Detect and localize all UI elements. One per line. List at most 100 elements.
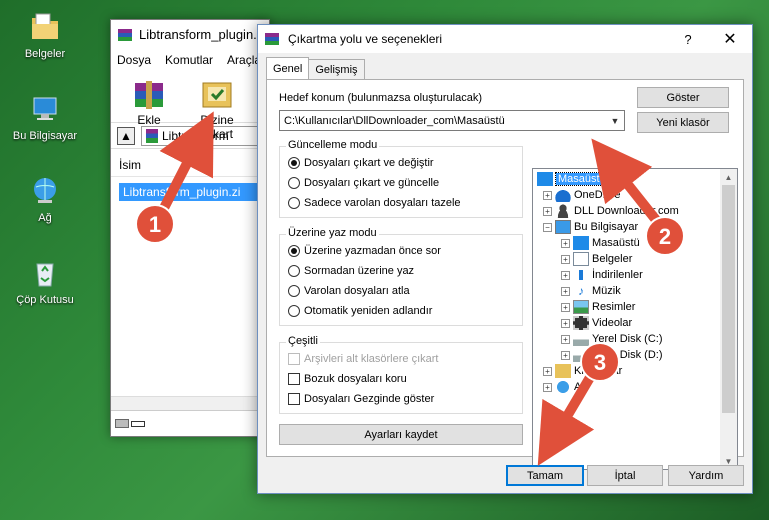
expand-icon[interactable]: + — [561, 350, 570, 360]
up-arrow-icon: ▲ — [120, 128, 132, 143]
expand-icon[interactable]: + — [561, 318, 570, 328]
extract-folder-icon — [202, 82, 232, 108]
update-option-extract-update[interactable]: Dosyaları çıkart ve güncelle — [288, 175, 439, 191]
tree-item-documents[interactable]: + Belgeler — [561, 251, 632, 267]
close-button[interactable]: ✕ — [708, 29, 752, 49]
network-icon — [555, 380, 571, 394]
expand-icon[interactable]: + — [561, 302, 570, 312]
expand-icon[interactable]: + — [561, 286, 570, 296]
desktop-icon — [573, 236, 589, 250]
column-header-name[interactable]: İsim — [111, 153, 269, 177]
show-in-explorer-checkbox[interactable]: Dosyaları Gezginde göster — [288, 391, 434, 407]
destination-label: Hedef konum (bulunmazsa oluşturulacak) — [279, 92, 482, 104]
winrar-toolbar: Ekle Dizine Çıkart — [111, 71, 269, 141]
folder-tree[interactable]: Masaüstü + OneDrive + DLL Downloader.com −… — [532, 168, 738, 470]
tree-item-this-pc-desktop[interactable]: + Masaüstü — [561, 235, 640, 251]
cancel-button[interactable]: İptal — [587, 465, 663, 486]
help-title-button[interactable]: ? — [668, 32, 708, 47]
radio-icon — [288, 157, 300, 169]
tree-item-downloads[interactable]: + İndirilenler — [561, 267, 643, 283]
path-box[interactable]: Libtransform — [141, 125, 269, 146]
tree-item-videos[interactable]: + Videolar — [561, 315, 632, 331]
new-folder-button[interactable]: Yeni klasör — [637, 112, 729, 133]
winrar-titlebar[interactable]: Libtransform_plugin.z — [111, 20, 269, 49]
expand-icon[interactable]: + — [561, 238, 570, 248]
desktop-icon-recycle-bin[interactable]: Çöp Kutusu — [0, 256, 90, 306]
radio-icon — [288, 305, 300, 317]
update-mode-title: Güncelleme modu — [286, 139, 380, 151]
dialog-titlebar[interactable]: Çıkartma yolu ve seçenekleri ? ✕ — [258, 25, 752, 53]
key-icon — [131, 420, 145, 427]
winrar-statusbar — [111, 410, 269, 436]
scroll-up-icon[interactable]: ▲ — [720, 169, 737, 185]
ok-button[interactable]: Tamam — [506, 465, 584, 486]
expand-icon[interactable]: + — [543, 382, 552, 392]
expand-icon[interactable]: + — [561, 254, 570, 264]
menu-tools[interactable]: Araçla — [227, 53, 261, 67]
pictures-icon — [573, 300, 589, 314]
help-button[interactable]: Yardım — [668, 465, 744, 486]
expand-icon[interactable]: + — [561, 270, 570, 280]
computer-icon — [33, 97, 57, 120]
desktop-icon-this-pc[interactable]: Bu Bilgisayar — [0, 92, 90, 142]
checkbox-icon — [288, 373, 300, 385]
radio-icon — [288, 245, 300, 257]
tree-item-local-disk-c[interactable]: + Yerel Disk (C:) — [561, 331, 663, 347]
radio-icon — [288, 197, 300, 209]
add-button[interactable]: Ekle — [121, 77, 177, 127]
tree-item-pictures[interactable]: + Resimler — [561, 299, 635, 315]
tree-vertical-scrollbar[interactable]: ▲ ▼ — [720, 169, 737, 469]
tree-item-local-disk-d[interactable]: + Yerel Disk (D:) — [561, 347, 663, 363]
tab-advanced[interactable]: Gelişmiş — [308, 59, 365, 79]
menu-file[interactable]: Dosya — [117, 53, 151, 67]
expand-icon[interactable]: + — [543, 366, 552, 376]
scroll-thumb[interactable] — [722, 185, 735, 413]
overwrite-option-ask[interactable]: Üzerine yazmadan önce sor — [288, 243, 441, 259]
update-option-extract-replace[interactable]: Dosyaları çıkart ve değiştir — [288, 155, 434, 171]
keep-broken-files-checkbox[interactable]: Bozuk dosyaları koru — [288, 371, 407, 387]
winrar-title: Libtransform_plugin.z — [139, 27, 264, 42]
menu-commands[interactable]: Komutlar — [165, 53, 213, 67]
extract-to-button[interactable]: Dizine Çıkart — [189, 77, 245, 141]
update-option-freshen[interactable]: Sadece varolan dosyaları tazele — [288, 195, 461, 211]
network-icon — [34, 178, 56, 203]
radio-icon — [288, 285, 300, 297]
desktop-icon-network[interactable]: Ağ — [0, 174, 90, 224]
tree-item-dll-downloader[interactable]: + DLL Downloader.com — [543, 203, 679, 219]
checkbox-icon — [288, 353, 300, 365]
tree-item-onedrive[interactable]: + OneDrive — [543, 187, 620, 203]
destination-path-value: C:\Kullanıcılar\DllDownloader_com\Masaüs… — [284, 114, 505, 127]
drive-icon — [115, 419, 129, 428]
file-row[interactable]: Libtransform_plugin.zi — [119, 183, 269, 201]
overwrite-option-skip[interactable]: Varolan dosyaları atla — [288, 283, 410, 299]
destination-path-combo[interactable]: C:\Kullanıcılar\DllDownloader_com\Masaüs… — [279, 110, 625, 131]
expand-icon[interactable]: + — [543, 206, 552, 216]
recycle-bin-icon — [36, 263, 54, 287]
folder-icon — [32, 13, 58, 39]
library-icon — [555, 364, 571, 378]
extract-dialog[interactable]: Çıkartma yolu ve seçenekleri ? ✕ Genel G… — [257, 24, 753, 494]
extract-archives-subfolders-checkbox[interactable]: Arşivleri alt klasörlere çıkart — [288, 351, 438, 367]
tree-item-this-pc[interactable]: − Bu Bilgisayar — [543, 219, 638, 235]
tab-strip: Genel Gelişmiş — [266, 57, 365, 79]
tab-general[interactable]: Genel — [266, 57, 310, 79]
overwrite-option-no-prompt[interactable]: Sormadan üzerine yaz — [288, 263, 414, 279]
video-icon — [573, 316, 589, 330]
radio-icon — [288, 265, 300, 277]
show-button[interactable]: Göster — [637, 87, 729, 108]
tree-item-libraries[interactable]: + Kitaplıklar — [543, 363, 622, 379]
chevron-down-icon[interactable]: ▼ — [606, 111, 624, 130]
tree-item-desktop[interactable]: Masaüstü — [537, 171, 609, 187]
expand-icon[interactable]: + — [543, 190, 552, 200]
desktop-icon — [537, 172, 553, 186]
expand-icon[interactable]: + — [561, 334, 570, 344]
overwrite-option-rename[interactable]: Otomatik yeniden adlandır — [288, 303, 432, 319]
up-folder-button[interactable]: ▲ — [117, 126, 135, 145]
tree-item-network[interactable]: + Ağ — [543, 379, 587, 395]
horizontal-scrollbar[interactable] — [111, 396, 269, 410]
save-settings-button[interactable]: Ayarları kaydet — [279, 424, 523, 445]
collapse-icon[interactable]: − — [543, 222, 552, 232]
tree-item-music[interactable]: + ♪ Müzik — [561, 283, 621, 299]
winrar-window[interactable]: Libtransform_plugin.z Dosya Komutlar Ara… — [110, 19, 270, 437]
desktop-icon-documents[interactable]: Belgeler — [0, 10, 90, 60]
